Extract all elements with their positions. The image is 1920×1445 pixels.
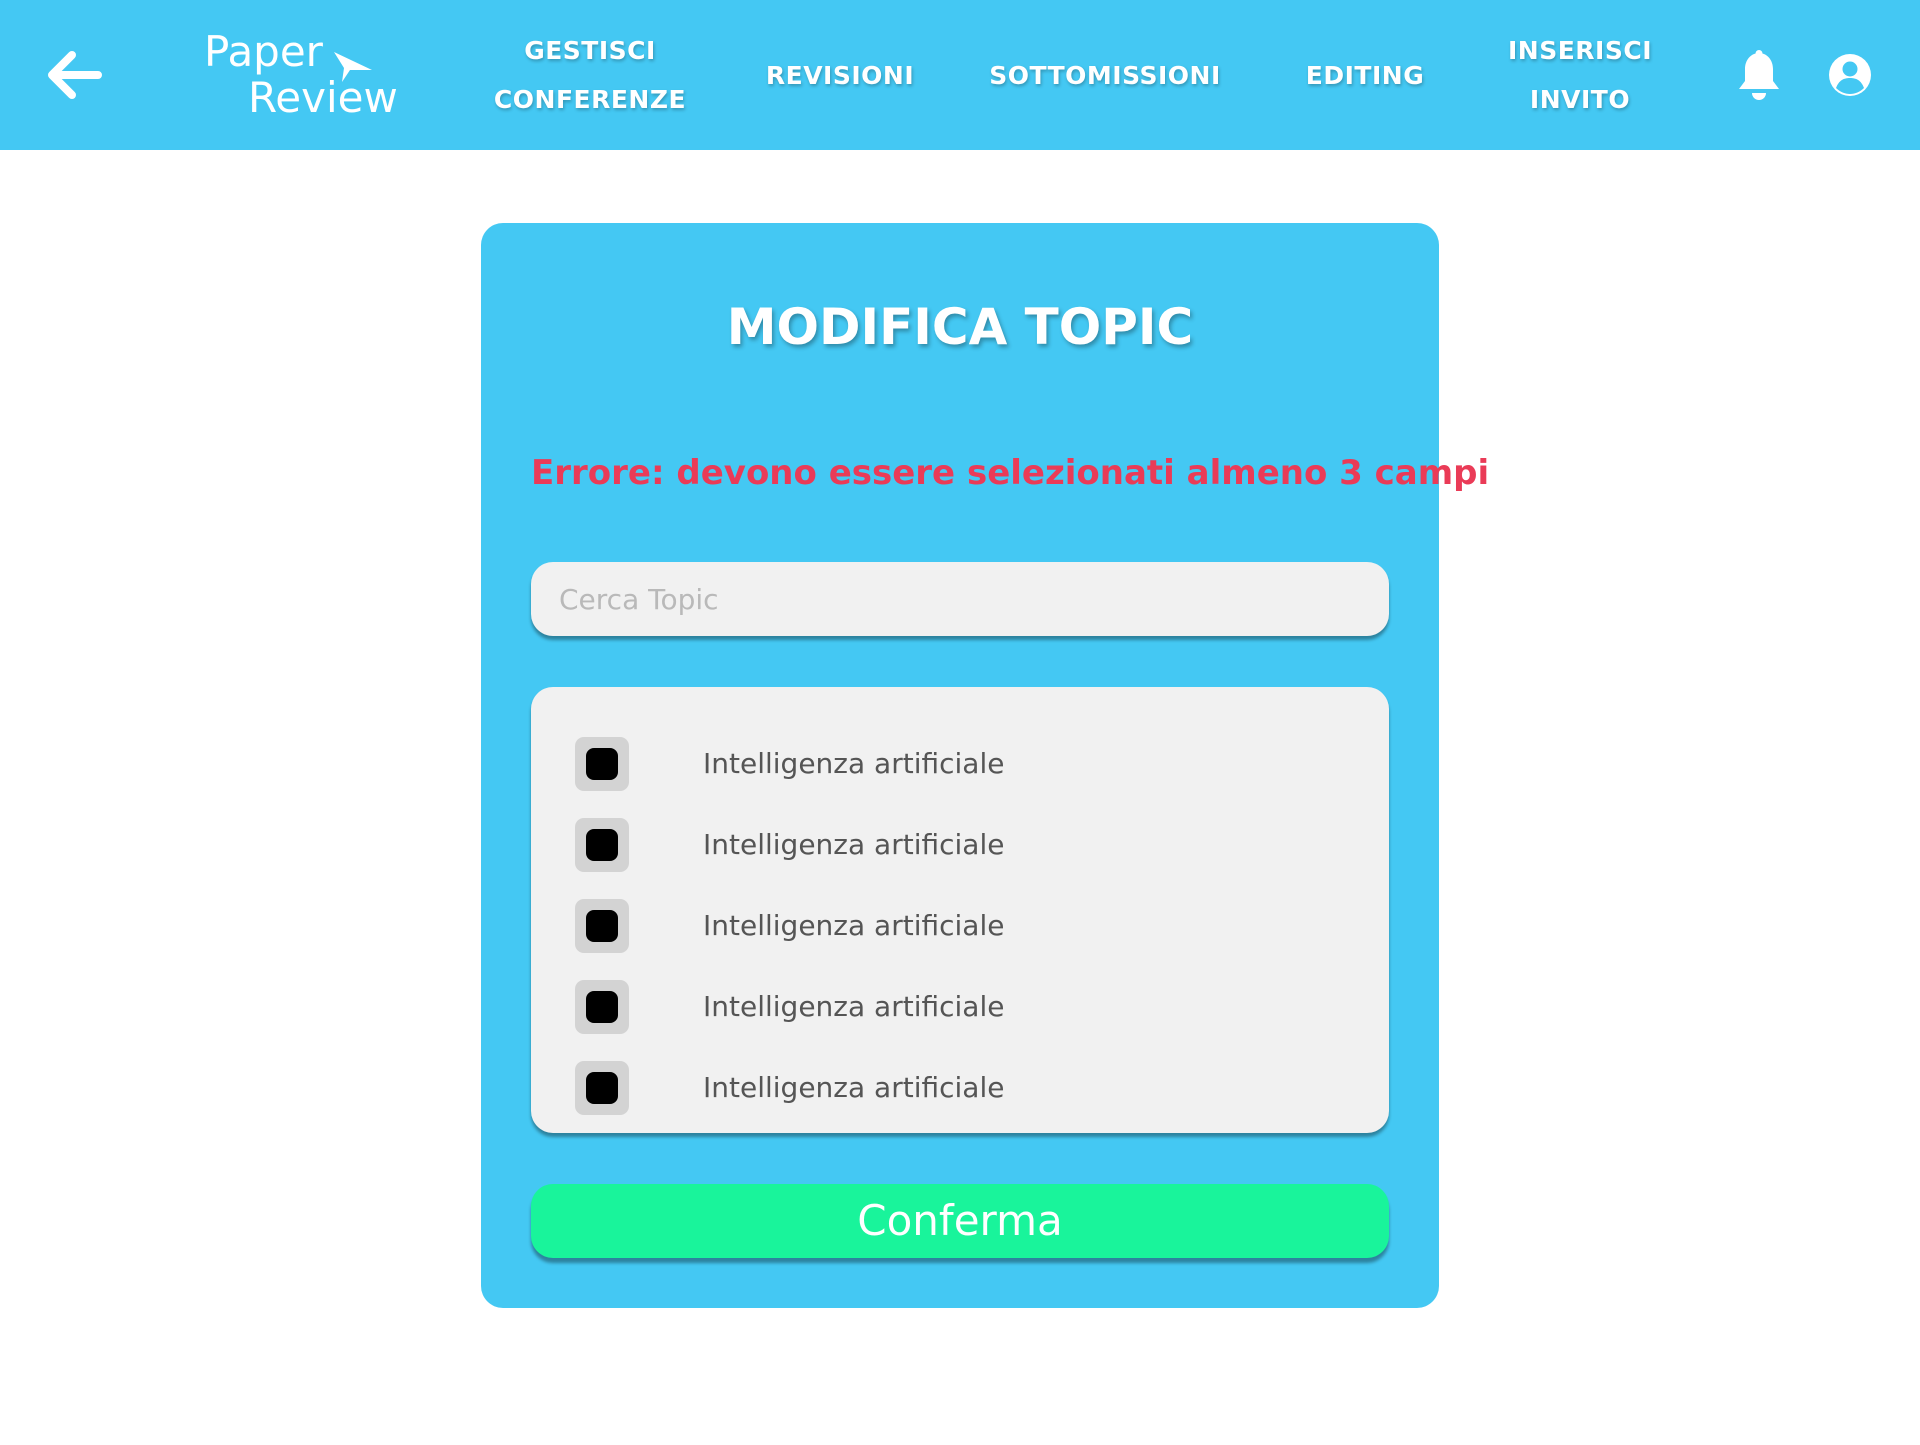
topic-checkbox[interactable] — [575, 818, 629, 872]
logo-line-review: Review — [248, 73, 398, 122]
topic-item[interactable]: Intelligenza artificiale — [575, 1061, 1335, 1115]
back-button[interactable] — [44, 44, 106, 106]
search-topic-input[interactable] — [531, 562, 1389, 636]
bell-icon — [1739, 50, 1779, 100]
topic-checkbox[interactable] — [575, 737, 629, 791]
nav-label: EDITING — [1305, 60, 1425, 90]
checkbox-check-mark — [586, 991, 618, 1023]
nav-gestisci-conferenze[interactable]: GESTISCI CONFERENZE — [488, 0, 692, 150]
checkbox-check-mark — [586, 829, 618, 861]
error-message: Errore: devono essere selezionati almeno… — [531, 453, 1490, 493]
topic-list: Intelligenza artificiale Intelligenza ar… — [531, 687, 1389, 1133]
nav-editing[interactable]: EDITING — [1290, 0, 1440, 150]
page-title: MODIFICA TOPIC — [726, 298, 1194, 356]
nav-label-line1: INSERISCI — [1507, 36, 1652, 65]
checkbox-check-mark — [586, 910, 618, 942]
topic-label: Intelligenza artificiale — [703, 1071, 1005, 1104]
notifications-button[interactable] — [1736, 50, 1782, 102]
confirm-button[interactable]: Conferma — [531, 1184, 1389, 1258]
topic-checkbox[interactable] — [575, 899, 629, 953]
topic-label: Intelligenza artificiale — [703, 990, 1005, 1023]
checkbox-check-mark — [586, 1072, 618, 1104]
account-button[interactable] — [1828, 53, 1872, 97]
topic-checkbox[interactable] — [575, 980, 629, 1034]
topic-item[interactable]: Intelligenza artificiale — [575, 737, 1335, 791]
nav-label-line2: CONFERENZE — [493, 85, 687, 114]
checkbox-check-mark — [586, 748, 618, 780]
nav-label-line2: INVITO — [1529, 85, 1631, 114]
nav-sottomissioni[interactable]: SOTTOMISSIONI — [989, 0, 1221, 150]
topic-checkbox[interactable] — [575, 1061, 629, 1115]
arrow-left-icon — [48, 51, 102, 99]
nav-label: SOTTOMISSIONI — [989, 60, 1221, 90]
logo-line-paper: Paper — [204, 27, 323, 76]
topic-label: Intelligenza artificiale — [703, 909, 1005, 942]
top-navigation-bar: Paper Review GESTISCI CONFERENZE REVISIO… — [0, 0, 1920, 150]
nav-label-line1: GESTISCI — [524, 36, 656, 65]
nav-inserisci-invito[interactable]: INSERISCI INVITO — [1500, 0, 1660, 150]
paper-review-logo[interactable]: Paper Review — [204, 26, 404, 126]
topic-item[interactable]: Intelligenza artificiale — [575, 818, 1335, 872]
topic-label: Intelligenza artificiale — [703, 747, 1005, 780]
nav-label: REVISIONI — [765, 60, 915, 90]
nav-revisioni[interactable]: REVISIONI — [760, 0, 920, 150]
topic-item[interactable]: Intelligenza artificiale — [575, 899, 1335, 953]
topic-item[interactable]: Intelligenza artificiale — [575, 980, 1335, 1034]
user-circle-icon — [1829, 54, 1871, 96]
topic-label: Intelligenza artificiale — [703, 828, 1005, 861]
